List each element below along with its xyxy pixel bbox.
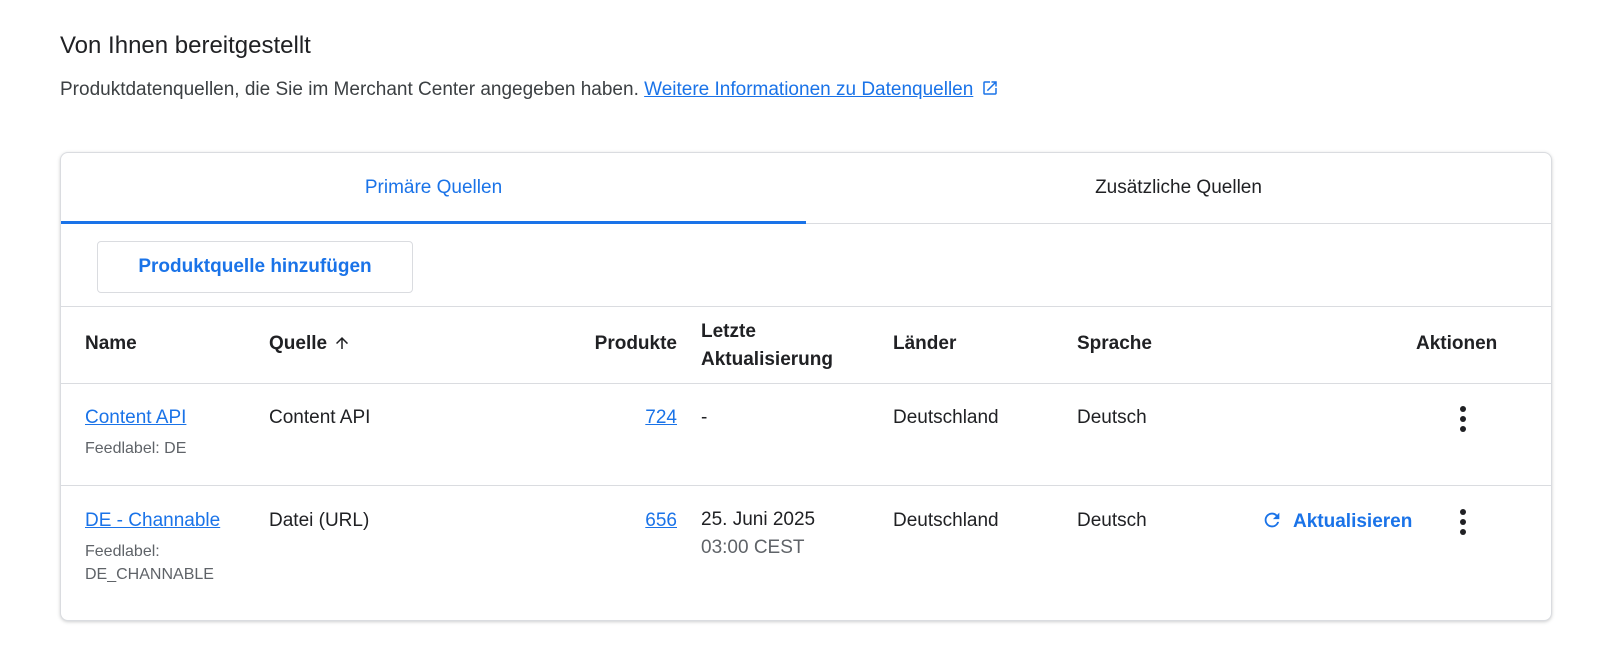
table-header: Name Quelle Produkte Letzte Aktualisieru… xyxy=(61,306,1551,384)
section-description: Produktdatenquellen, die Sie im Merchant… xyxy=(60,79,999,103)
source-type: Content API xyxy=(269,407,371,428)
add-product-source-label: Produktquelle hinzufügen xyxy=(138,256,372,277)
tab-bar: Primäre Quellen Zusätzliche Quellen xyxy=(61,153,1551,224)
header-last-update-line1: Letzte xyxy=(701,321,756,342)
refresh-label: Aktualisieren xyxy=(1293,511,1413,532)
description-text: Produktdatenquellen, die Sie im Merchant… xyxy=(60,79,639,100)
feedlabel-line1: Feedlabel: xyxy=(85,543,160,560)
section-title: Von Ihnen bereitgestellt xyxy=(60,32,311,59)
header-countries[interactable]: Länder xyxy=(893,333,956,355)
products-count-cell: 656 xyxy=(557,510,677,532)
source-name-link[interactable]: DE - Channable xyxy=(85,510,220,532)
header-name[interactable]: Name xyxy=(85,333,137,355)
sort-ascending-icon xyxy=(333,334,351,358)
row-name-cell: DE - Channable Feedlabel: DE_CHANNABLE xyxy=(85,510,220,586)
feedlabel-text: Feedlabel: DE xyxy=(85,440,187,457)
tab-primary-sources[interactable]: Primäre Quellen xyxy=(61,153,806,223)
table-row: Content API Feedlabel: DE Content API 72… xyxy=(61,382,1551,486)
feedlabel-text: Feedlabel: DE_CHANNABLE xyxy=(85,540,220,586)
refresh-icon xyxy=(1264,512,1280,528)
header-language[interactable]: Sprache xyxy=(1077,333,1152,355)
tab-supplemental-sources[interactable]: Zusätzliche Quellen xyxy=(806,153,1551,223)
source-type: Datei (URL) xyxy=(269,510,370,531)
header-source[interactable]: Quelle xyxy=(269,333,351,358)
products-count-link[interactable]: 656 xyxy=(645,510,677,531)
tab-primary-label: Primäre Quellen xyxy=(364,177,503,198)
feedlabel-line2: DE_CHANNABLE xyxy=(85,566,214,583)
header-last-update[interactable]: Letzte Aktualisierung xyxy=(701,318,833,374)
add-product-source-button[interactable]: Produktquelle hinzufügen xyxy=(97,241,413,293)
last-update: 25. Juni 2025 03:00 CEST xyxy=(701,506,815,562)
more-vert-icon[interactable] xyxy=(1451,404,1475,434)
learn-more-link[interactable]: Weitere Informationen zu Datenquellen xyxy=(644,79,999,100)
header-products[interactable]: Produkte xyxy=(557,333,677,355)
row-name-cell: Content API Feedlabel: DE xyxy=(85,407,186,460)
country: Deutschland xyxy=(893,510,999,531)
header-actions: Aktionen xyxy=(1416,333,1498,354)
tab-supplemental-label: Zusätzliche Quellen xyxy=(1095,177,1262,198)
language: Deutsch xyxy=(1077,510,1147,531)
last-update: - xyxy=(701,407,708,428)
refresh-button[interactable]: Aktualisieren xyxy=(1261,509,1412,533)
header-source-label: Quelle xyxy=(269,333,328,354)
learn-more-link-text: Weitere Informationen zu Datenquellen xyxy=(644,79,974,100)
language: Deutsch xyxy=(1077,407,1147,428)
products-count-link[interactable]: 724 xyxy=(645,407,677,428)
products-count-cell: 724 xyxy=(557,407,677,429)
data-sources-card: Primäre Quellen Zusätzliche Quellen Prod… xyxy=(60,152,1552,621)
table-row: DE - Channable Feedlabel: DE_CHANNABLE D… xyxy=(61,485,1551,613)
open-in-new-icon xyxy=(981,79,999,103)
active-tab-indicator xyxy=(61,221,806,224)
last-update-date: 25. Juni 2025 xyxy=(701,509,816,530)
country: Deutschland xyxy=(893,407,999,428)
last-update-time: 03:00 CEST xyxy=(701,537,805,558)
header-last-update-line2: Aktualisierung xyxy=(701,349,833,370)
more-vert-icon[interactable] xyxy=(1451,507,1475,537)
source-name-link[interactable]: Content API xyxy=(85,407,186,429)
